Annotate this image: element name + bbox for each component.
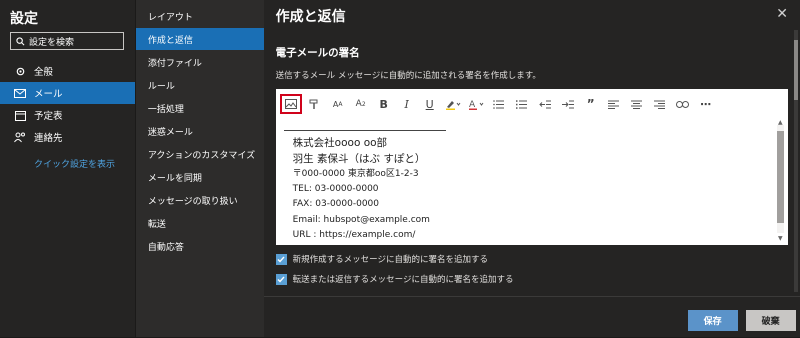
- sub-item-layout[interactable]: レイアウト: [136, 5, 264, 27]
- format-toolbar: AA A2 B I U A ” ⋯: [279, 93, 719, 115]
- sub-item-attachments[interactable]: 添付ファイル: [136, 51, 264, 73]
- search-icon: [16, 36, 25, 45]
- mail-icon: [12, 88, 28, 98]
- insert-image-icon[interactable]: [279, 94, 302, 114]
- underline-icon[interactable]: U: [420, 95, 440, 113]
- sig-address: 〒000-0000 東京都oo区1-2-3: [292, 169, 419, 179]
- mail-settings-nav: レイアウト 作成と返信 添付ファイル ルール 一括処理 迷惑メール アクションの…: [134, 0, 264, 337]
- settings-search-input[interactable]: 設定を検索: [10, 32, 124, 50]
- close-icon[interactable]: ✕: [776, 6, 788, 22]
- scroll-down-icon[interactable]: ▼: [778, 235, 783, 242]
- settings-window: 設定 設定を検索 全般 メール 予定表 連絡先 クイック設定を表示 レイアウト …: [0, 0, 800, 337]
- discard-button[interactable]: 破棄: [745, 310, 796, 331]
- bullets-icon[interactable]: [489, 95, 509, 113]
- auto-sign-reply-checkbox[interactable]: 転送または返信するメッセージに自動的に署名を追加する: [275, 272, 526, 286]
- signature-content[interactable]: 株式会社oooo oo部 羽生 素保斗（はぶ すぽと） 〒000-0000 東京…: [293, 135, 430, 243]
- format-painter-icon[interactable]: [305, 95, 325, 113]
- calendar-icon: [12, 110, 28, 121]
- sub-item-compose-reply[interactable]: 作成と返信: [135, 28, 264, 50]
- italic-icon[interactable]: I: [397, 95, 417, 113]
- signature-editor[interactable]: AA A2 B I U A ” ⋯ 株式会社oooo oo部 羽生 素保斗（はぶ…: [275, 89, 788, 245]
- save-button[interactable]: 保存: [687, 310, 738, 331]
- nav-item-label: 予定表: [34, 111, 63, 122]
- sig-email: Email: hubspot@example.com: [292, 214, 430, 225]
- editor-scrollbar-thumb[interactable]: [776, 131, 784, 223]
- sub-item-sync[interactable]: メールを同期: [136, 166, 264, 188]
- sig-url: URL : https://example.com/: [292, 229, 416, 240]
- nav-item-label: 全般: [34, 67, 54, 78]
- numbering-icon[interactable]: [512, 95, 532, 113]
- settings-nav: 設定 設定を検索 全般 メール 予定表 連絡先 クイック設定を表示: [0, 0, 135, 337]
- check-icon: [275, 253, 287, 265]
- panel-scrollbar-thumb[interactable]: [794, 40, 798, 100]
- sig-name: 羽生 素保斗（はぶ すぽと）: [292, 153, 426, 165]
- panel-footer: 保存 破棄: [263, 296, 800, 338]
- settings-title: 設定: [10, 11, 38, 27]
- sub-item-junk[interactable]: 迷惑メール: [136, 120, 264, 142]
- nav-item-mail[interactable]: メール: [0, 82, 135, 104]
- bold-icon[interactable]: B: [374, 95, 394, 113]
- nav-item-label: メール: [34, 89, 63, 100]
- gear-icon: [12, 66, 28, 77]
- auto-sign-new-label: 新規作成するメッセージに自動的に署名を追加する: [292, 255, 489, 265]
- panel-title: 作成と返信: [275, 9, 346, 25]
- sub-item-sweep[interactable]: 一括処理: [136, 97, 264, 119]
- superscript-icon[interactable]: A2: [351, 95, 371, 113]
- sig-fax: FAX: 03-0000-0000: [292, 199, 379, 210]
- auto-sign-reply-label: 転送または返信するメッセージに自動的に署名を追加する: [292, 275, 514, 285]
- signature-section-title: 電子メールの署名: [275, 47, 360, 59]
- scroll-up-icon[interactable]: ▲: [778, 119, 783, 126]
- more-icon[interactable]: ⋯: [696, 95, 716, 113]
- sig-tel: TEL: 03-0000-0000: [292, 184, 379, 195]
- nav-item-people[interactable]: 連絡先: [0, 126, 135, 148]
- quick-settings-link[interactable]: クイック設定を表示: [34, 157, 115, 170]
- nav-item-general[interactable]: 全般: [0, 60, 135, 82]
- sig-company: 株式会社oooo oo部: [292, 137, 388, 149]
- sub-item-auto-reply[interactable]: 自動応答: [136, 235, 264, 257]
- sub-item-message-handling[interactable]: メッセージの取り扱い: [136, 189, 264, 211]
- sub-item-customize-actions[interactable]: アクションのカスタマイズ: [136, 143, 264, 165]
- align-center-icon[interactable]: [627, 95, 647, 113]
- increase-indent-icon[interactable]: [558, 95, 578, 113]
- font-color-icon[interactable]: A: [466, 95, 486, 113]
- font-size-icon[interactable]: AA: [328, 95, 348, 113]
- quote-icon[interactable]: ”: [581, 95, 601, 113]
- sub-item-forwarding[interactable]: 転送: [136, 212, 264, 234]
- search-placeholder: 設定を検索: [29, 37, 75, 48]
- highlight-icon[interactable]: [443, 95, 463, 113]
- compose-reply-panel: 作成と返信 ✕ 電子メールの署名 送信するメール メッセージに自動的に追加される…: [263, 0, 800, 338]
- link-icon[interactable]: [673, 95, 693, 113]
- people-icon: [12, 132, 28, 143]
- signature-section-desc: 送信するメール メッセージに自動的に追加される署名を作成します。: [275, 71, 541, 81]
- nav-item-label: 連絡先: [34, 133, 63, 144]
- decrease-indent-icon[interactable]: [535, 95, 555, 113]
- nav-item-calendar[interactable]: 予定表: [0, 104, 135, 126]
- sub-item-rules[interactable]: ルール: [136, 74, 264, 96]
- align-left-icon[interactable]: [604, 95, 624, 113]
- align-right-icon[interactable]: [650, 95, 670, 113]
- signature-divider: [283, 130, 446, 131]
- check-icon: [275, 273, 287, 285]
- auto-sign-new-checkbox[interactable]: 新規作成するメッセージに自動的に署名を追加する: [275, 252, 526, 266]
